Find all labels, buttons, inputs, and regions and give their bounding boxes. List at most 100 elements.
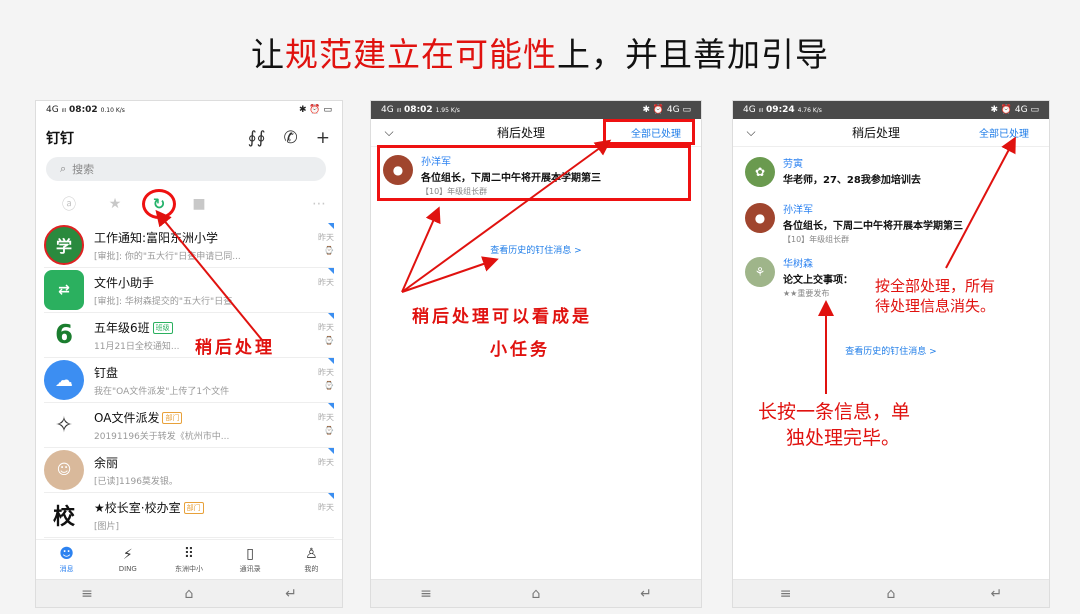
- chat-preview: [已读]1196莫发银。: [94, 476, 178, 487]
- annotation-all-processed-line1: 按全部处理，所有: [875, 277, 996, 295]
- profile-icon: ♙: [305, 545, 318, 562]
- message-source: 【10】年级组长群: [783, 235, 850, 244]
- status-icons: ✱ ⏰ 4G ▭: [990, 105, 1039, 115]
- chat-name: 余丽: [94, 455, 119, 470]
- glasses-icon[interactable]: ∮∮: [248, 128, 266, 148]
- later-message-item[interactable]: ✿ 劳寅 华老师，27、28我参加培训去: [745, 155, 1043, 187]
- phone-screenshot-later-list-multiple: 4G ᵢₗₗ 09:24 4.76 K/s ✱ ⏰ 4G ▭ ⌵ 稍后处理 全部…: [732, 100, 1050, 608]
- chat-item[interactable]: 校 ★校长室·校办室 部门 [图片] 昨天: [44, 493, 334, 538]
- home-icon[interactable]: ⌂: [506, 586, 566, 602]
- back-chevron-icon[interactable]: ⌵: [733, 125, 769, 140]
- chat-item[interactable]: ☺ 余丽 [已读]1196莫发银。 昨天: [44, 448, 334, 493]
- chat-preview: 我在"OA文件派发"上传了1个文件: [94, 386, 230, 397]
- title-post: 上，并且善加引导: [557, 35, 829, 74]
- more-icon[interactable]: ⋯: [312, 196, 326, 212]
- chat-item[interactable]: ☁ 钉盘我在"OA文件派发"上传了1个文件 昨天 ⌚: [44, 358, 334, 403]
- star-filter-icon[interactable]: ★: [92, 196, 138, 212]
- menu-icon[interactable]: ≡: [756, 586, 816, 602]
- chat-name: 钉盘: [94, 365, 119, 380]
- filter-tabs: ⓐ ★ ↻ ■ ⋯: [46, 189, 326, 219]
- mark-all-processed-button[interactable]: 全部已处理: [959, 125, 1049, 140]
- search-icon: ⌕: [60, 162, 67, 175]
- class-tag: 班级: [152, 322, 173, 334]
- signal-indicator: 4G ᵢₗₗ: [381, 105, 402, 115]
- message-text: 论文上交事项：: [783, 275, 853, 286]
- chat-item[interactable]: ✧ OA文件派发 部门 20191196关于转发《杭州市中... 昨天 ⌚: [44, 403, 334, 448]
- slide-title: 让规范建立在可能性上，并且善加引导: [0, 28, 1080, 76]
- mute-icon: ⌚: [324, 246, 334, 255]
- dept-tag: 部门: [183, 502, 204, 514]
- pin-mark: [328, 223, 334, 229]
- mute-icon: ⌚: [324, 426, 334, 435]
- nav-label: 消息: [59, 564, 74, 573]
- later-process-icon[interactable]: ↻: [142, 189, 176, 219]
- mute-icon: ⌚: [324, 381, 334, 390]
- chat-item[interactable]: 6 五年级6班 班级 11月21日全校通知... 昨天 ⌚: [44, 313, 334, 358]
- chat-preview: [审批]: 你的"五大行"日查申请已同...: [94, 251, 241, 262]
- chat-time: 昨天: [318, 323, 334, 332]
- network-speed: 0.10 K/s: [100, 107, 125, 114]
- later-message-item[interactable]: ● 孙洋军 各位组长，下周二中午将开展本学期第三 【10】年级组长群: [745, 201, 1043, 245]
- document-filter-icon[interactable]: ■: [176, 196, 222, 212]
- back-icon[interactable]: ↵: [966, 586, 1026, 602]
- menu-icon[interactable]: ≡: [57, 586, 117, 602]
- cloud-drive-icon: ☁: [44, 360, 84, 400]
- chat-item[interactable]: 学 工作通知:富阳东洲小学 [审批]: 你的"五大行"日查申请已同... 昨天 ⌚: [44, 223, 334, 268]
- home-icon[interactable]: ⌂: [861, 586, 921, 602]
- chat-time: 昨天: [318, 368, 334, 377]
- title-pre: 让: [251, 35, 285, 74]
- grid-icon: ⠿: [183, 545, 195, 562]
- nav-ding[interactable]: ⚡ DING: [101, 547, 155, 573]
- back-icon[interactable]: ↵: [261, 586, 321, 602]
- annotation-long-press-line2: 独处理完毕。: [786, 427, 901, 449]
- nav-contacts[interactable]: ▯ 通讯录: [223, 546, 277, 574]
- history-pinned-link[interactable]: 查看历史的钉住消息 >: [733, 344, 1049, 357]
- chat-item[interactable]: ⇄ 文件小助手 [审批]: 华树森提交的"五大行"日查 昨天: [44, 268, 334, 313]
- avatar: 校: [44, 495, 84, 535]
- nav-me[interactable]: ♙ 我的: [284, 546, 338, 574]
- nav-workspace[interactable]: ⠿ 东洲中小: [162, 546, 216, 574]
- back-chevron-icon[interactable]: ⌵: [371, 125, 407, 140]
- chat-time: 昨天: [318, 503, 334, 512]
- status-bar: 4G ᵢₗₗ 08:02 1.95 K/s ✱ ⏰ 4G ▭: [371, 101, 701, 119]
- back-icon[interactable]: ↵: [616, 586, 676, 602]
- chat-time: 昨天: [318, 233, 334, 242]
- status-time: 08:02: [404, 105, 433, 115]
- nav-label: 东洲中小: [174, 564, 203, 573]
- chat-name: 工作通知:富阳东洲小学: [94, 230, 219, 245]
- chat-name: 五年级6班: [94, 320, 150, 335]
- annotation-task-line2: 小任务: [490, 340, 550, 360]
- annotation-later: 稍后处理: [195, 338, 275, 358]
- pin-mark: [328, 493, 334, 499]
- signal-indicator: 4G ᵢₗₗ: [743, 105, 764, 115]
- status-time: 08:02: [69, 105, 98, 115]
- home-icon[interactable]: ⌂: [159, 586, 219, 602]
- status-icons: ✱ ⏰ 4G ▭: [642, 105, 691, 115]
- search-input[interactable]: ⌕ 搜索: [46, 157, 326, 181]
- menu-icon[interactable]: ≡: [396, 586, 456, 602]
- highlight-box: [603, 119, 695, 145]
- add-icon[interactable]: +: [316, 128, 330, 148]
- bottom-nav: ☻ 消息 ⚡ DING ⠿ 东洲中小 ▯ 通讯录 ♙ 我的: [36, 539, 342, 579]
- oa-logo-icon: ✧: [44, 405, 84, 445]
- avatar: ⚘: [745, 257, 775, 287]
- nav-label: 我的: [304, 564, 319, 573]
- pin-mark: [328, 313, 334, 319]
- highlight-box: [377, 145, 691, 201]
- phone-call-icon[interactable]: ✆: [284, 128, 298, 148]
- file-helper-icon: ⇄: [44, 270, 84, 310]
- system-nav-bar: ≡ ⌂ ↵: [733, 579, 1049, 607]
- app-title: 钉钉: [46, 131, 74, 147]
- history-pinned-link[interactable]: 查看历史的钉住消息 >: [371, 243, 701, 256]
- mute-icon: ⌚: [324, 336, 334, 345]
- avatar: ✿: [745, 157, 775, 187]
- sender-name: 孙洋军: [783, 205, 813, 216]
- pin-mark: [328, 268, 334, 274]
- mention-filter-icon[interactable]: ⓐ: [46, 194, 92, 214]
- signal-indicator: 4G ᵢₗₗ: [46, 105, 67, 115]
- chat-name: OA文件派发: [94, 410, 160, 425]
- chat-time: 昨天: [318, 413, 334, 422]
- dept-tag: 部门: [162, 412, 183, 424]
- nav-label: 通讯录: [239, 564, 261, 573]
- nav-messages[interactable]: ☻ 消息: [40, 546, 94, 574]
